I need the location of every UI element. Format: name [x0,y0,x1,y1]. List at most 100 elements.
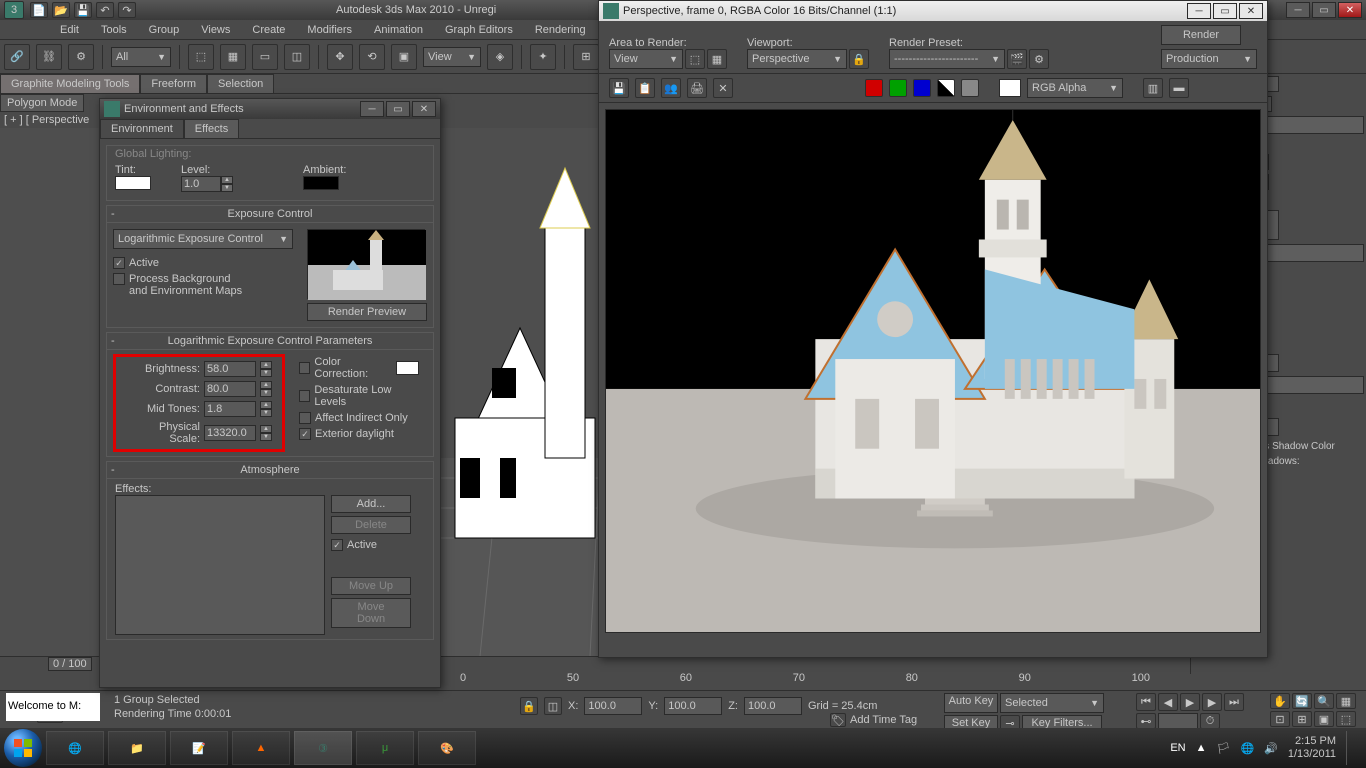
task-explorer[interactable]: 📁 [108,731,166,765]
select-icon[interactable]: ⬚ [188,44,214,70]
add-time-tag[interactable]: Add Time Tag [850,714,917,726]
main-close-button[interactable]: ✕ [1338,2,1362,18]
menu-edit[interactable]: Edit [58,22,81,38]
render-output[interactable] [605,109,1261,633]
render-setup-icon[interactable]: 🎬 [1007,49,1027,69]
ribbon-tab-selection[interactable]: Selection [207,74,274,93]
selection-filter-dropdown[interactable]: All▼ [111,47,171,67]
production-dropdown[interactable]: Production▼ [1161,49,1257,69]
iso-icon[interactable]: ◫ [544,697,562,715]
copy-image-icon[interactable]: 📋 [635,78,655,98]
brightness-spinner[interactable]: 58.0 [204,361,256,377]
show-desktop-button[interactable] [1346,731,1356,765]
prev-frame-icon[interactable]: ◀ [1158,693,1178,711]
x-coord[interactable]: 100.0 [584,697,642,715]
bind-icon[interactable]: ⚙ [68,44,94,70]
tray-date[interactable]: 1/13/2011 [1288,748,1336,761]
start-button[interactable] [4,729,42,767]
viewport-label[interactable]: [ + ] [ Perspective [0,112,93,128]
pan-icon[interactable]: ✋ [1270,693,1290,709]
region-icon[interactable]: ⬚ [685,49,705,69]
rotate-icon[interactable]: ⟲ [359,44,385,70]
qat-save-icon[interactable]: 💾 [74,2,92,18]
unlink-icon[interactable]: ⛓ [36,44,62,70]
render-button[interactable]: Render [1161,25,1241,45]
colorcorr-check[interactable] [299,362,310,374]
clear-image-icon[interactable]: ✕ [713,78,733,98]
menu-graph-editors[interactable]: Graph Editors [443,22,515,38]
contrast-spinner[interactable]: 80.0 [204,381,256,397]
render-min-button[interactable]: ─ [1187,3,1211,19]
print-image-icon[interactable]: 🖨 [687,78,707,98]
qat-redo-icon[interactable]: ↷ [118,2,136,18]
tint-color[interactable] [115,176,151,190]
menu-animation[interactable]: Animation [372,22,425,38]
snap-icon[interactable]: ⊞ [573,44,599,70]
menu-tools[interactable]: Tools [99,22,129,38]
env-dialog-button-icon[interactable]: ⚙ [1029,49,1049,69]
lock-icon[interactable]: 🔒 [520,697,538,715]
z-coord[interactable]: 100.0 [744,697,802,715]
window-crossing-icon[interactable]: ◫ [284,44,310,70]
goto-end-icon[interactable]: ⏭ [1224,693,1244,711]
ribbon-sub-polygon[interactable]: Polygon Mode [0,94,84,112]
tray-time[interactable]: 2:15 PM [1288,735,1336,748]
clone-image-icon[interactable]: 👥 [661,78,681,98]
desat-check[interactable] [299,390,310,402]
effects-list[interactable] [115,495,325,635]
task-notes[interactable]: 📝 [170,731,228,765]
menu-rendering[interactable]: Rendering [533,22,588,38]
qat-new-icon[interactable]: 📄 [30,2,48,18]
zoom-icon[interactable]: 🔍 [1314,693,1334,709]
area-dropdown[interactable]: View▼ [609,49,683,69]
env-tab-effects[interactable]: Effects [184,119,239,138]
zoom-all-icon[interactable]: ⊞ [1292,711,1312,727]
preset-dropdown[interactable]: -----------------------▼ [889,49,1005,69]
keymode-dropdown[interactable]: Selected▼ [1000,693,1104,713]
channel-green-icon[interactable] [889,79,907,97]
level-spinner[interactable]: 1.0 [181,176,221,192]
atmo-active-check[interactable]: ✓ [331,539,343,551]
autoregion-icon[interactable]: ▦ [707,49,727,69]
channel-alpha-icon[interactable] [937,79,955,97]
autokey-button[interactable]: Auto Key [944,693,998,713]
exposure-active-check[interactable]: ✓ [113,257,125,269]
ambient-color[interactable] [303,176,339,190]
select-rect-icon[interactable]: ▭ [252,44,278,70]
scale-icon[interactable]: ▣ [391,44,417,70]
fov-icon[interactable]: ▦ [1336,693,1356,709]
time-slider[interactable]: 0 / 100 [48,657,92,671]
main-minimize-button[interactable]: ─ [1286,2,1310,18]
main-maximize-button[interactable]: ▭ [1312,2,1336,18]
midtones-spinner[interactable]: 1.8 [204,401,256,417]
channel-red-icon[interactable] [865,79,883,97]
arc-rotate-icon[interactable]: 🔄 [1292,693,1312,709]
menu-views[interactable]: Views [199,22,232,38]
tray-lang[interactable]: EN [1170,742,1185,754]
pixel-color-swatch[interactable] [999,79,1021,97]
tray-volume-icon[interactable]: 🔊 [1264,742,1278,755]
colorcorr-swatch[interactable] [396,361,419,375]
channel-blue-icon[interactable] [913,79,931,97]
menu-group[interactable]: Group [147,22,182,38]
channel-dropdown[interactable]: RGB Alpha▼ [1027,78,1123,98]
move-icon[interactable]: ✥ [327,44,353,70]
next-frame-icon[interactable]: ▶ [1202,693,1222,711]
env-min-button[interactable]: ─ [360,101,384,117]
menu-create[interactable]: Create [250,22,287,38]
ribbon-tab-freeform[interactable]: Freeform [140,74,207,93]
link-icon[interactable]: 🔗 [4,44,30,70]
render-close-button[interactable]: ✕ [1239,3,1263,19]
qat-open-icon[interactable]: 📂 [52,2,70,18]
maximize-vp-icon[interactable]: ▣ [1314,711,1334,727]
toggle-frame-icon[interactable]: ▬ [1169,78,1189,98]
ref-coord-dropdown[interactable]: View▼ [423,47,481,67]
lock-viewport-icon[interactable]: 🔒 [849,49,869,69]
task-chrome[interactable]: 🌐 [46,731,104,765]
exterior-check[interactable]: ✓ [299,428,311,440]
pivot-icon[interactable]: ◈ [487,44,513,70]
ribbon-tab-graphite[interactable]: Graphite Modeling Tools [0,74,140,93]
viewport-dropdown[interactable]: Perspective▼ [747,49,847,69]
save-image-icon[interactable]: 💾 [609,78,629,98]
channel-mono-icon[interactable] [961,79,979,97]
